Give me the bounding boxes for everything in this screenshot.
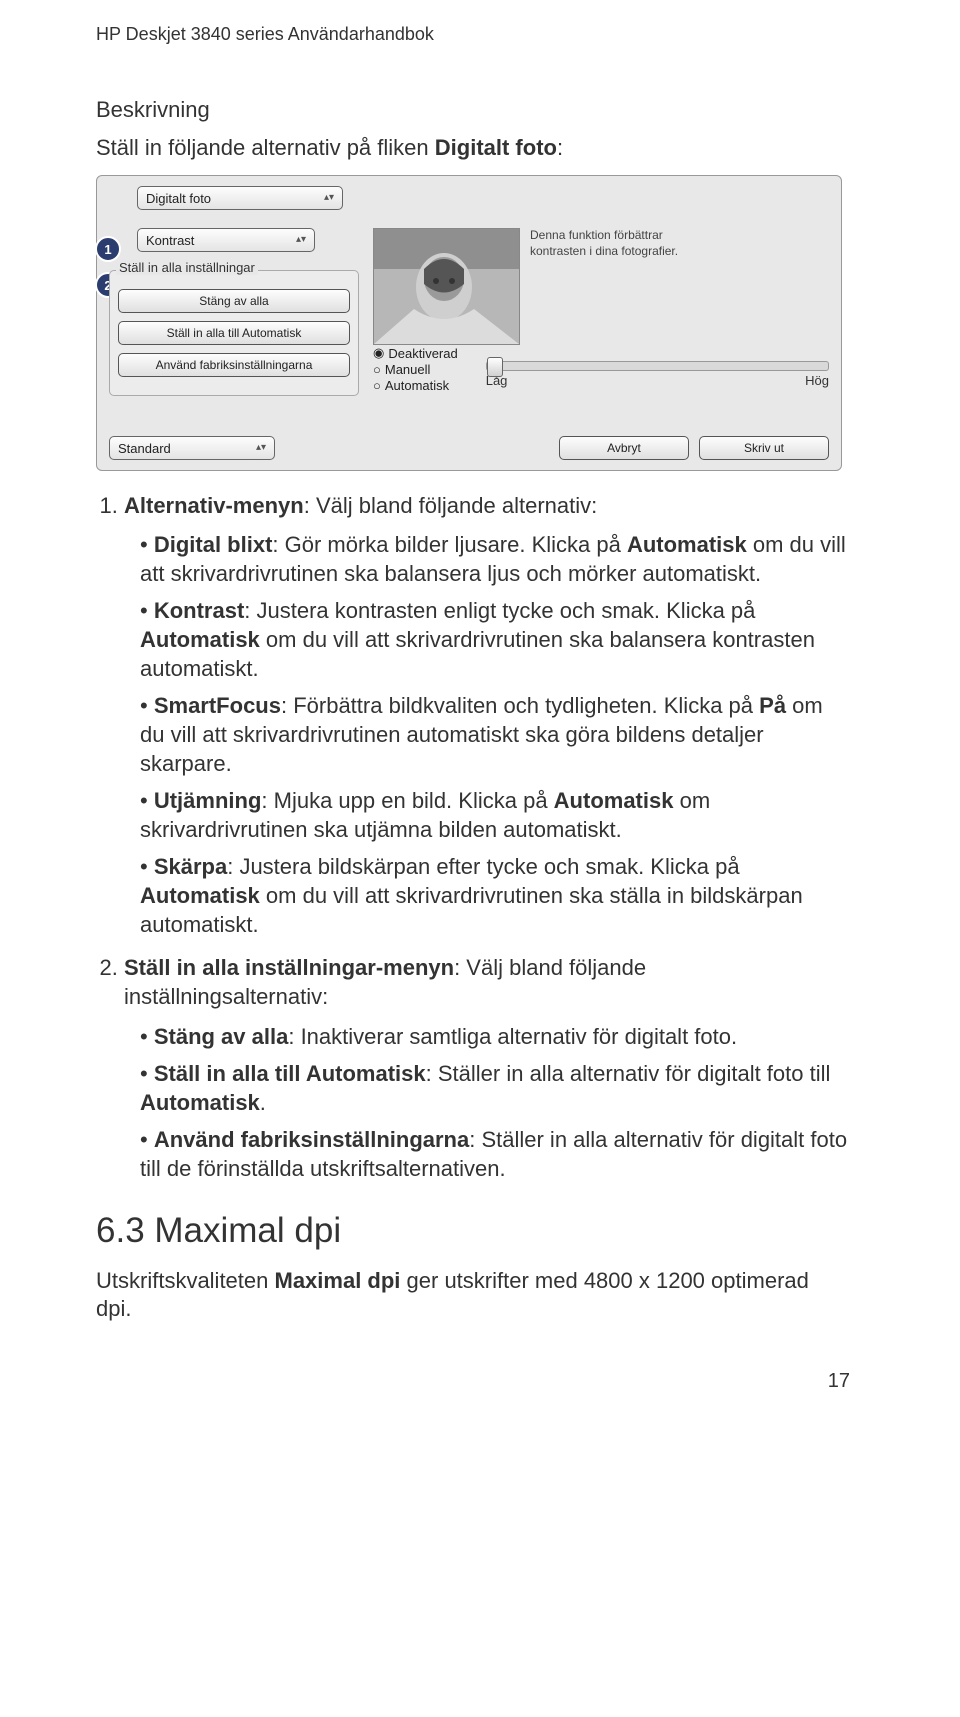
radio-unselected-icon: ○ xyxy=(373,378,381,393)
section-heading: Beskrivning xyxy=(96,97,850,123)
list-item: Alternativ-menyn: Välj bland följande al… xyxy=(124,491,850,939)
bullet-item: Använd fabriksinställningarna: Ställer i… xyxy=(140,1125,850,1183)
bullet-term: Skärpa xyxy=(154,854,227,879)
chevron-updown-icon: ▴▾ xyxy=(324,193,334,203)
bullet-text: : Justera kontrasten enligt tycke och sm… xyxy=(244,598,755,623)
bullet-text: : Ställer in alla alternativ för digital… xyxy=(426,1061,831,1086)
factory-defaults-button[interactable]: Använd fabriksinställningarna xyxy=(118,353,350,377)
radio-group: ◉ Deaktiverad ○ Manuell ○ Automatisk xyxy=(373,345,458,394)
slider-labels: Låg Hög xyxy=(486,373,829,388)
groupbox-legend: Ställ in alla inställningar xyxy=(116,260,258,275)
li1-term: Alternativ-menyn xyxy=(124,493,304,518)
radio-deactivated[interactable]: ◉ Deaktiverad xyxy=(373,345,458,361)
radio-unselected-icon: ○ xyxy=(373,362,381,377)
bullet-term-2: På xyxy=(759,693,786,718)
bullet-item: Stäng av alla: Inaktiverar samtliga alte… xyxy=(140,1022,850,1051)
bullet-term: Digital blixt xyxy=(154,532,273,557)
bullet-term-2: Automatisk xyxy=(140,1090,260,1115)
bullet-term: SmartFocus xyxy=(154,693,281,718)
intro-post: : xyxy=(557,135,563,160)
bullet-term: Använd fabriksinställningarna xyxy=(154,1127,469,1152)
document-header: HP Deskjet 3840 series Användarhandbok xyxy=(96,24,850,45)
instruction-list: Alternativ-menyn: Välj bland följande al… xyxy=(96,491,850,1183)
para-pre: Utskriftskvaliteten xyxy=(96,1268,275,1293)
li1-suffix: : Välj bland följande alternativ: xyxy=(304,493,598,518)
callout-badge-1: 1 xyxy=(95,236,121,262)
page-number: 17 xyxy=(96,1370,850,1393)
bullet-item: Utjämning: Mjuka upp en bild. Klicka på … xyxy=(140,786,850,844)
set-all-auto-button[interactable]: Ställ in alla till Automatisk xyxy=(118,321,350,345)
bullet-item: Digital blixt: Gör mörka bilder ljusare.… xyxy=(140,530,850,588)
bullet-term: Stäng av alla xyxy=(154,1024,289,1049)
intro-line: Ställ in följande alternativ på fliken D… xyxy=(96,135,850,161)
radio-automatic-label: Automatisk xyxy=(385,378,449,393)
chevron-updown-icon: ▴▾ xyxy=(296,235,306,245)
bullet-term: Kontrast xyxy=(154,598,244,623)
settings-groupbox: Ställ in alla inställningar Stäng av all… xyxy=(109,270,359,396)
bullet-term-2: Automatisk xyxy=(554,788,674,813)
preset-combo-label: Standard xyxy=(118,441,171,456)
preset-combo[interactable]: Standard ▴▾ xyxy=(109,436,275,460)
slider-thumb[interactable] xyxy=(487,357,503,377)
section-heading-6-3: 6.3 Maximal dpi xyxy=(96,1211,850,1251)
bullet-text: : Inaktiverar samtliga alternativ för di… xyxy=(288,1024,737,1049)
bullet-text: : Förbättra bildkvaliten och tydligheten… xyxy=(281,693,759,718)
print-button[interactable]: Skriv ut xyxy=(699,436,829,460)
dialog-screenshot: 1 2 Digitalt foto ▴▾ Kontrast ▴▾ Ställ i… xyxy=(96,175,842,471)
list-item: Ställ in alla inställningar-menyn: Välj … xyxy=(124,953,850,1182)
radio-deactivated-label: Deaktiverad xyxy=(388,346,457,361)
bullet-term-2: Automatisk xyxy=(627,532,747,557)
cancel-button[interactable]: Avbryt xyxy=(559,436,689,460)
option-combo[interactable]: Kontrast ▴▾ xyxy=(137,228,315,252)
slider-high-label: Hög xyxy=(805,373,829,388)
intro-pre: Ställ in följande alternativ på fliken xyxy=(96,135,435,160)
bullet-item: Kontrast: Justera kontrasten enligt tyck… xyxy=(140,596,850,683)
intro-bold: Digitalt foto xyxy=(435,135,557,160)
option-combo-label: Kontrast xyxy=(146,233,194,248)
chevron-updown-icon: ▴▾ xyxy=(256,443,266,453)
bullet-item: Skärpa: Justera bildskärpan efter tycke … xyxy=(140,852,850,939)
tab-combo-label: Digitalt foto xyxy=(146,191,211,206)
slider-track xyxy=(486,361,829,371)
li2-term: Ställ in alla inställningar-menyn xyxy=(124,955,454,980)
bullet-text: : Justera bildskärpan efter tycke och sm… xyxy=(227,854,739,879)
bullet-text: : Mjuka upp en bild. Klicka på xyxy=(261,788,553,813)
bullet-term: Ställ in alla till Automatisk xyxy=(154,1061,426,1086)
radio-manual-label: Manuell xyxy=(385,362,431,377)
preview-photo xyxy=(373,228,520,345)
bullet-item: SmartFocus: Förbättra bildkvaliten och t… xyxy=(140,691,850,778)
tab-combo[interactable]: Digitalt foto ▴▾ xyxy=(137,186,343,210)
dpi-paragraph: Utskriftskvaliteten Maximal dpi ger utsk… xyxy=(96,1267,850,1324)
radio-manual[interactable]: ○ Manuell xyxy=(373,362,458,377)
intensity-slider[interactable]: Låg Hög xyxy=(486,361,829,388)
para-bold: Maximal dpi xyxy=(275,1268,401,1293)
bullet-term-2: Automatisk xyxy=(140,883,260,908)
turn-off-all-button[interactable]: Stäng av alla xyxy=(118,289,350,313)
radio-selected-icon: ◉ xyxy=(373,345,384,361)
bullet-term: Utjämning xyxy=(154,788,262,813)
radio-automatic[interactable]: ○ Automatisk xyxy=(373,378,458,393)
bullet-text-2: . xyxy=(260,1090,266,1115)
bullet-item: Ställ in alla till Automatisk: Ställer i… xyxy=(140,1059,850,1117)
bullet-text: : Gör mörka bilder ljusare. Klicka på xyxy=(272,532,627,557)
bullet-term-2: Automatisk xyxy=(140,627,260,652)
